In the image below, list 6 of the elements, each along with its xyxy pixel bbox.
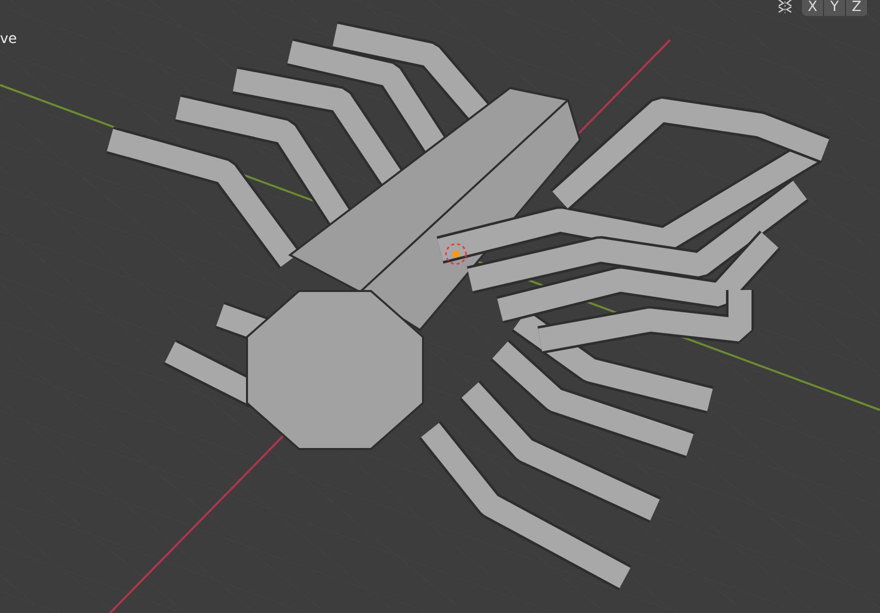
- mirror-icon[interactable]: [776, 0, 794, 14]
- axis-button[interactable]: Z: [846, 0, 868, 16]
- mode-label: ve: [0, 31, 17, 47]
- origin-cursor-icon: [445, 243, 467, 265]
- axis-button[interactable]: Y: [824, 0, 846, 16]
- axis-button[interactable]: X: [802, 0, 824, 16]
